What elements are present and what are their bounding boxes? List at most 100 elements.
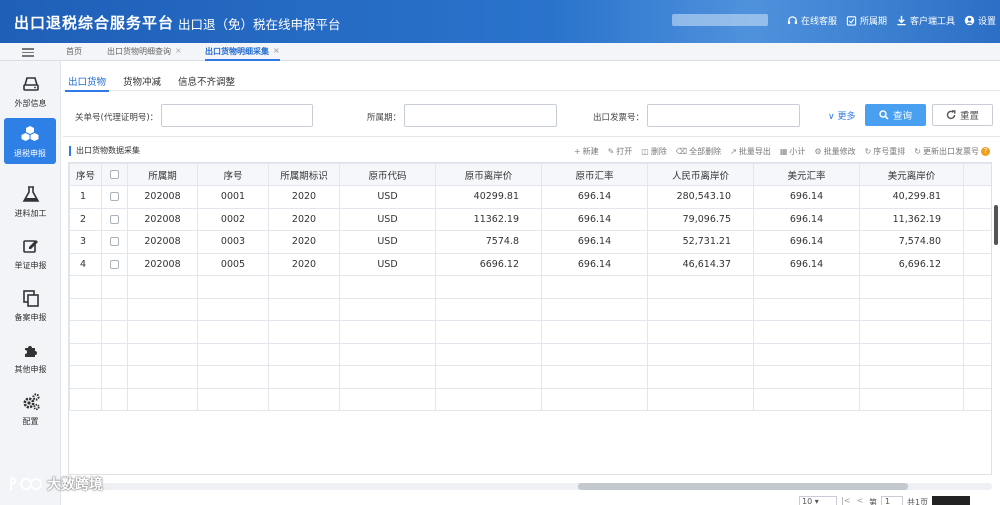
menu-toggle-icon[interactable] bbox=[22, 46, 34, 57]
empty-cell bbox=[197, 342, 269, 366]
table-row[interactable]: 4 202008 0005 2020 USD 6696.12 696.14 46,614.37… bbox=[69, 252, 991, 276]
tab-export-goods-query[interactable]: 出口货物明细查询 × bbox=[107, 46, 182, 57]
col-header[interactable]: 原币离岸价 bbox=[435, 163, 542, 186]
sidebar-item-documents[interactable]: 单证申报 bbox=[0, 227, 61, 279]
col-header[interactable]: 人民币离岸价 bbox=[647, 163, 754, 186]
invoice-no-input[interactable] bbox=[647, 104, 800, 127]
sidebar-item-external-info[interactable]: 外部信息 bbox=[0, 65, 61, 117]
period-input[interactable] bbox=[404, 104, 557, 127]
sidebar-item-processing[interactable]: 进料加工 bbox=[0, 175, 61, 227]
close-icon[interactable]: × bbox=[273, 46, 280, 57]
client-tools-link[interactable]: 客户端工具 bbox=[896, 14, 955, 27]
filler-cell bbox=[963, 252, 991, 276]
col-header[interactable]: 原币汇率 bbox=[541, 163, 648, 186]
tab-export-goods-collect[interactable]: 出口货物明细采集 × bbox=[205, 46, 280, 61]
empty-cell bbox=[339, 342, 436, 366]
scrollbar-thumb[interactable] bbox=[578, 483, 908, 490]
update-invoice-button[interactable]: ↻ 更新出口发票号? bbox=[914, 146, 990, 157]
cubes-icon bbox=[21, 125, 39, 141]
row-checkbox[interactable] bbox=[110, 259, 119, 269]
table-cell: 696.14 bbox=[541, 207, 648, 231]
page-number-value: 1 bbox=[885, 497, 891, 505]
subtab-goods-offset[interactable]: 货物冲减 bbox=[123, 74, 161, 88]
plus-icon: + bbox=[573, 147, 581, 156]
empty-cell bbox=[541, 297, 648, 321]
table-cell: 4 bbox=[69, 252, 102, 276]
sidebar-item-label: 进料加工 bbox=[14, 208, 47, 218]
empty-cell bbox=[963, 387, 991, 411]
subtab-info-adjust[interactable]: 信息不齐调整 bbox=[178, 74, 235, 88]
table-cell: 696.14 bbox=[541, 230, 648, 254]
close-icon[interactable]: × bbox=[175, 46, 182, 57]
table-cell: 2020 bbox=[268, 252, 340, 276]
edit-icon bbox=[22, 239, 38, 253]
col-header[interactable]: 原币代码 bbox=[339, 163, 436, 186]
select-all-checkbox[interactable] bbox=[110, 170, 119, 179]
subtotal-button[interactable]: ▦ 小计 bbox=[780, 146, 806, 157]
col-header[interactable]: 美元离岸价 bbox=[859, 163, 964, 186]
empty-cell bbox=[435, 365, 542, 389]
sidebar-item-config[interactable]: 配置 bbox=[0, 383, 61, 435]
table-row[interactable]: 3 202008 0003 2020 USD 7574.8 696.14 52,731.21 6… bbox=[69, 230, 991, 254]
col-header-select-all[interactable] bbox=[101, 163, 128, 186]
table-cell: 2 bbox=[69, 207, 102, 231]
online-service-link[interactable]: 在线客服 bbox=[787, 14, 837, 27]
row-checkbox[interactable] bbox=[110, 214, 119, 224]
new-button[interactable]: + 新建 bbox=[574, 146, 599, 157]
empty-cell bbox=[963, 275, 991, 299]
table-body: 1 202008 0001 2020 USD 40299.81 696.14 280,543.… bbox=[69, 185, 991, 411]
sidebar-item-other[interactable]: 其他申报 bbox=[0, 331, 61, 383]
tab-home[interactable]: 首页 bbox=[66, 46, 82, 57]
subtab-export-goods[interactable]: 出口货物 bbox=[64, 74, 110, 92]
edit-icon: ✎ bbox=[607, 147, 615, 156]
empty-cell bbox=[127, 365, 198, 389]
period-filter-label: 所属期： bbox=[367, 113, 402, 123]
open-button[interactable]: ✎ 打开 bbox=[608, 146, 633, 157]
customs-no-input[interactable] bbox=[161, 104, 313, 127]
delete-button[interactable]: ◫ 删除 bbox=[641, 146, 667, 157]
batch-export-button[interactable]: ↗ 批量导出 bbox=[730, 146, 771, 157]
period-link[interactable]: 所属期 bbox=[846, 14, 887, 27]
sidebar-item-label: 单证申报 bbox=[14, 260, 47, 270]
horizontal-scrollbar[interactable] bbox=[68, 483, 992, 490]
table-cell: 2020 bbox=[268, 207, 340, 231]
col-header[interactable]: 美元汇率 bbox=[753, 163, 860, 186]
empty-cell bbox=[197, 387, 269, 411]
settings-link[interactable]: 设置 bbox=[964, 14, 996, 27]
renumber-button[interactable]: ↻ 序号重排 bbox=[865, 146, 906, 157]
empty-cell bbox=[541, 342, 648, 366]
empty-cell bbox=[268, 387, 340, 411]
empty-cell bbox=[647, 365, 754, 389]
table-row[interactable]: 2 202008 0002 2020 USD 11362.19 696.14 79,096.7… bbox=[69, 207, 991, 231]
row-checkbox[interactable] bbox=[110, 192, 119, 202]
table-cell: 40,299.81 bbox=[859, 185, 964, 209]
empty-cell bbox=[859, 275, 964, 299]
first-page-button[interactable]: |< bbox=[841, 496, 851, 505]
vertical-scroll-indicator[interactable] bbox=[994, 205, 998, 245]
prev-page-button[interactable]: < bbox=[855, 496, 865, 505]
col-header-filler bbox=[963, 163, 991, 186]
table-cell: 7574.8 bbox=[435, 230, 542, 254]
page-size-select[interactable]: 10 ▾ bbox=[799, 496, 837, 505]
col-header[interactable]: 所属期标识 bbox=[268, 163, 340, 186]
refresh-icon: ↻ bbox=[914, 147, 921, 156]
delete-all-button[interactable]: ⌫ 全部删除 bbox=[676, 146, 721, 157]
empty-cell bbox=[69, 297, 102, 321]
page-number-input[interactable]: 1 bbox=[881, 496, 903, 505]
query-button[interactable]: 查询 bbox=[865, 104, 926, 126]
table-row[interactable]: 1 202008 0001 2020 USD 40299.81 696.14 280,543.… bbox=[69, 185, 991, 209]
col-header[interactable]: 序号 bbox=[69, 163, 102, 186]
col-header[interactable]: 序号 bbox=[197, 163, 269, 186]
col-header[interactable]: 所属期 bbox=[127, 163, 198, 186]
empty-cell bbox=[963, 320, 991, 344]
sidebar-item-tax-refund[interactable]: 退税申报 bbox=[4, 118, 56, 164]
sidebar-item-filing[interactable]: 备案申报 bbox=[0, 279, 61, 331]
more-filters-link[interactable]: ∨ 更多 bbox=[828, 109, 855, 122]
reset-button[interactable]: 重置 bbox=[932, 104, 993, 126]
row-checkbox[interactable] bbox=[110, 237, 119, 247]
help-icon[interactable]: ? bbox=[981, 147, 990, 156]
empty-cell bbox=[69, 320, 102, 344]
batch-modify-button[interactable]: ⚙ 批量修改 bbox=[814, 146, 855, 157]
table-cell: 40299.81 bbox=[435, 185, 542, 209]
table-row bbox=[69, 275, 991, 299]
